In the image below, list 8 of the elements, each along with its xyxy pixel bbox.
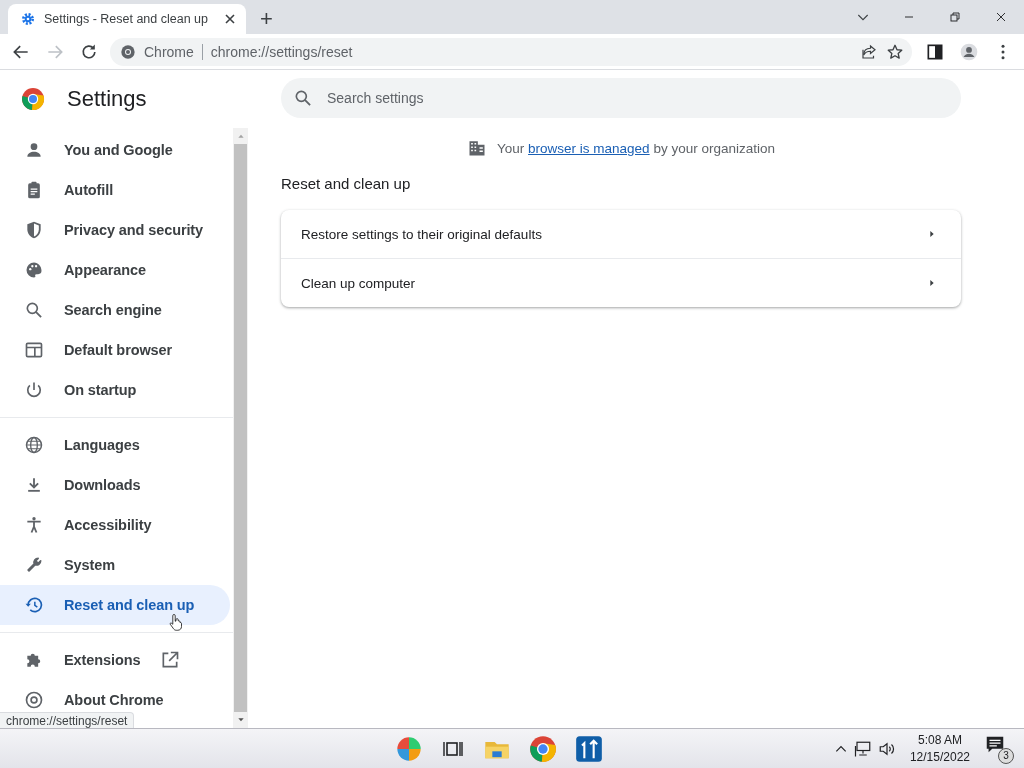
managed-notice: Your browser is managed by your organization [497, 140, 775, 156]
tab-title: Settings - Reset and clean up [44, 12, 209, 26]
notification-badge: 3 [998, 747, 1014, 764]
url-text: chrome://settings/reset [210, 43, 354, 60]
status-tooltip: chrome://settings/reset [0, 712, 135, 728]
site-label: Chrome [144, 43, 203, 60]
section-title: Reset and clean up [281, 175, 412, 192]
settings-title: Settings [67, 86, 147, 112]
